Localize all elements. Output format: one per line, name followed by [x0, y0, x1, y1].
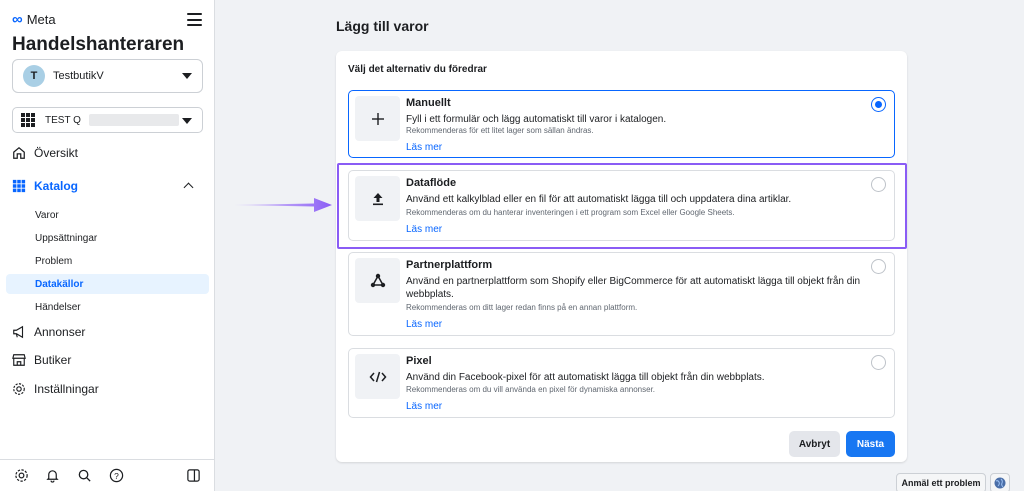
catalog-selector[interactable]: TEST Q	[12, 107, 203, 133]
option-manual[interactable]: Manuellt Fyll i ett formulär och lägg au…	[348, 90, 895, 158]
caret-down-icon	[182, 118, 192, 124]
code-icon	[369, 371, 386, 382]
learn-more-link[interactable]: Läs mer	[406, 401, 442, 412]
option-radio[interactable]	[871, 259, 886, 274]
option-datafeed[interactable]: Dataflöde Använd ett kalkylblad eller en…	[348, 170, 895, 241]
nav-item-ads[interactable]: Annonser	[12, 325, 85, 339]
nav-label: Inställningar	[34, 382, 99, 396]
plus-icon	[371, 112, 384, 125]
option-title: Dataflöde	[406, 177, 457, 189]
bell-icon[interactable]	[45, 468, 60, 483]
sub-item-varor[interactable]: Varor	[35, 210, 59, 221]
shop-icon	[12, 354, 26, 366]
avatar: T	[23, 65, 45, 87]
nav-label: Översikt	[34, 146, 79, 160]
nav-item-shops[interactable]: Butiker	[12, 353, 71, 367]
sub-item-handelser[interactable]: Händelser	[35, 302, 81, 313]
menu-icon[interactable]	[187, 13, 202, 26]
catalog-name: TEST Q	[45, 114, 81, 126]
learn-more-link[interactable]: Läs mer	[406, 142, 442, 153]
option-icon-box	[355, 176, 400, 221]
option-recommendation: Rekommenderas för ett litet lager som sä…	[406, 126, 594, 135]
option-pixel[interactable]: Pixel Använd din Facebook-pixel för att …	[348, 348, 895, 418]
meta-brand: ∞ Meta	[12, 12, 56, 27]
option-title: Manuellt	[406, 97, 451, 109]
sidebar: ∞ Meta Handelshanteraren T TestbutikV TE…	[0, 0, 215, 491]
cancel-button[interactable]: Avbryt	[789, 431, 840, 457]
option-recommendation: Rekommenderas om ditt lager redan finns …	[406, 303, 638, 312]
option-radio[interactable]	[871, 97, 886, 112]
home-icon	[13, 146, 25, 159]
option-description: Använd ett kalkylblad eller en fil för a…	[406, 194, 792, 205]
sub-item-problem[interactable]: Problem	[35, 256, 72, 267]
partner-nodes-icon	[370, 273, 385, 287]
option-partner-platform[interactable]: Partnerplattform Använd en partnerplattf…	[348, 252, 895, 336]
help-icon[interactable]: ?	[109, 468, 124, 483]
option-radio[interactable]	[871, 355, 886, 370]
option-title: Pixel	[406, 355, 432, 367]
option-description: Använd din Facebook-pixel för att automa…	[406, 372, 765, 383]
app-title: Handelshanteraren	[12, 34, 185, 55]
next-button[interactable]: Nästa	[846, 431, 895, 457]
option-description: Använd en partnerplattform som Shopify e…	[406, 276, 861, 300]
pointer-arrow-icon	[234, 198, 332, 212]
catalog-grid-icon	[21, 113, 35, 127]
nav-label: Annonser	[34, 325, 86, 339]
account-name: TestbutikV	[53, 70, 104, 82]
gear-icon[interactable]	[14, 468, 29, 483]
caret-down-icon	[182, 73, 192, 79]
card-subtitle: Välj det alternativ du föredrar	[348, 64, 487, 75]
option-recommendation: Rekommenderas om du hanterar inventering…	[406, 208, 735, 217]
upload-icon	[372, 192, 383, 205]
option-icon-box	[355, 96, 400, 141]
megaphone-icon	[13, 325, 24, 339]
option-title: Partnerplattform	[406, 259, 493, 271]
option-description: Fyll i ett formulär och lägg automatiskt…	[406, 114, 667, 125]
redacted-catalog-id	[88, 114, 179, 126]
page-title: Lägg till varor	[336, 18, 429, 34]
nav-item-settings[interactable]: Inställningar	[12, 382, 99, 396]
nav-label: Katalog	[34, 179, 79, 193]
catalog-grid-icon	[12, 179, 26, 193]
nav-item-catalog[interactable]: Katalog	[12, 179, 78, 193]
learn-more-link[interactable]: Läs mer	[406, 224, 442, 235]
option-icon-box	[355, 258, 400, 303]
option-icon-box	[355, 354, 400, 399]
learn-more-link[interactable]: Läs mer	[406, 319, 442, 330]
globe-icon	[994, 477, 1006, 489]
nav-label: Butiker	[34, 353, 72, 367]
option-radio[interactable]	[871, 177, 886, 192]
chevron-up-icon[interactable]	[183, 182, 194, 193]
brand-name: Meta	[26, 12, 56, 27]
account-selector[interactable]: T TestbutikV	[12, 59, 203, 93]
add-items-card: Välj det alternativ du föredrar Manuellt…	[336, 51, 907, 462]
sub-item-datakallor[interactable]: Datakällor	[35, 279, 83, 290]
svg-text:?: ?	[114, 471, 119, 481]
sidebar-footer: ?	[0, 459, 215, 491]
nav-item-overview[interactable]: Översikt	[12, 146, 78, 160]
panel-toggle-icon[interactable]	[186, 468, 201, 483]
globe-button[interactable]	[990, 473, 1010, 491]
gear-icon	[13, 383, 25, 395]
report-problem-button[interactable]: Anmäl ett problem	[896, 473, 986, 491]
meta-logo-icon: ∞	[12, 11, 23, 28]
sub-item-uppsattningar[interactable]: Uppsättningar	[35, 233, 97, 244]
option-recommendation: Rekommenderas om du vill använda en pixe…	[406, 385, 656, 394]
search-icon[interactable]	[77, 468, 92, 483]
